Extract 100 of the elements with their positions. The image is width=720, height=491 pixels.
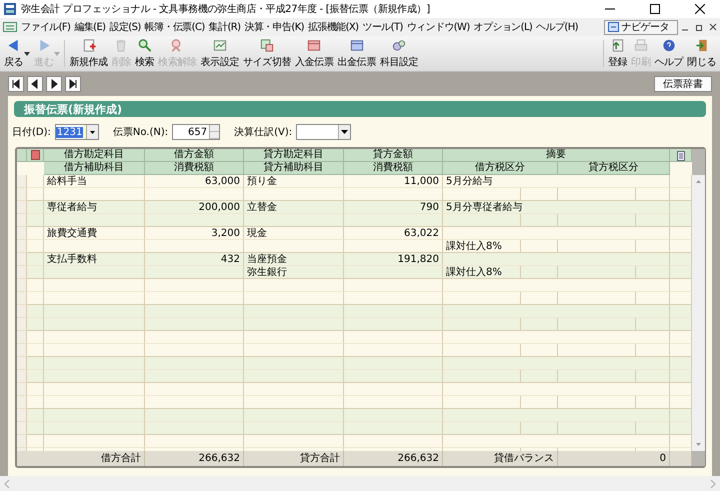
slip-number-field[interactable]: 657 <box>172 124 220 140</box>
mdi-close-icon[interactable] <box>709 23 717 31</box>
toolbar-button[interactable]: サイズ切替 <box>241 36 294 71</box>
menu-item[interactable]: 編集(E) <box>72 20 108 34</box>
table-cell <box>636 188 670 201</box>
menu-item[interactable]: ウィンドウ(W) <box>404 20 472 34</box>
table-cell <box>27 357 44 370</box>
table-cell <box>670 175 692 188</box>
table-cell: 弥生銀行 <box>244 266 344 279</box>
table-cell <box>670 292 692 305</box>
menu-item[interactable]: 帳簿・伝票(C) <box>142 20 207 34</box>
menu-item[interactable]: 決算・申告(K) <box>242 20 306 34</box>
table-cell <box>27 292 44 305</box>
table-cell <box>670 227 692 240</box>
column-header: 摘要 <box>443 149 670 162</box>
toolbar-button[interactable]: 登録 <box>606 36 630 71</box>
table-cell <box>636 422 670 435</box>
table-cell <box>670 396 692 409</box>
total-value: 0 <box>558 451 670 466</box>
table-cell <box>27 383 44 396</box>
toolbar-button[interactable]: 入金伝票 <box>293 36 336 71</box>
close-icon[interactable] <box>695 4 705 14</box>
last-record-button[interactable] <box>65 76 81 92</box>
table-cell: 現金 <box>244 227 344 240</box>
toolbar-button[interactable]: ヘルプ <box>652 36 686 71</box>
table-cell <box>27 253 44 266</box>
column-header: 消費税額 <box>145 162 244 175</box>
total-label: 貸借バランス <box>443 451 558 466</box>
total-label: 借方合計 <box>17 451 145 466</box>
slip-number-label: 伝票No.(N): <box>112 126 168 139</box>
table-cell <box>636 214 670 227</box>
menu-item[interactable]: ツール(T) <box>360 20 405 34</box>
toolbar-button[interactable]: 戻る <box>2 36 26 71</box>
chart-window-icon <box>212 38 228 53</box>
slip-dictionary-button[interactable]: 伝票辞書 <box>654 76 712 92</box>
toolbar-button[interactable]: 出金伝票 <box>335 36 378 71</box>
column-header: 貸方税区分 <box>558 162 670 175</box>
column-header: 借方金額 <box>145 149 244 162</box>
date-label: 日付(D): <box>12 126 51 139</box>
closing-entry-label: 決算仕訳(V): <box>234 126 292 139</box>
panel-title: 振替伝票(新規作成) <box>14 101 706 117</box>
toolbar-button[interactable]: 閉じる <box>685 36 718 71</box>
keyboard-icon <box>3 22 17 32</box>
maximize-icon[interactable] <box>650 4 660 14</box>
total-label: 貸方合計 <box>244 451 344 466</box>
table-cell <box>670 188 692 201</box>
table-cell <box>636 266 670 279</box>
memo-icon[interactable] <box>676 151 684 161</box>
next-record-button[interactable] <box>46 76 62 92</box>
column-header: 貸方金額 <box>344 149 443 162</box>
table-cell <box>670 318 692 331</box>
table-cell <box>670 253 692 266</box>
menu-item[interactable]: ヘルプ(H) <box>534 20 580 34</box>
toolbar-button[interactable]: 検索 <box>133 36 156 71</box>
mdi-restore-icon[interactable] <box>695 23 703 31</box>
menu-item[interactable]: 拡張機能(X) <box>306 20 360 34</box>
table-cell <box>670 240 692 253</box>
table-cell <box>521 292 558 305</box>
resize-icon <box>259 38 276 53</box>
navigator-button[interactable]: ナビゲータ <box>604 20 678 34</box>
table-cell <box>27 305 44 318</box>
table-cell <box>27 279 44 292</box>
spin-down-button[interactable] <box>210 132 220 139</box>
dropdown-arrow-icon[interactable] <box>341 130 348 134</box>
table-cell: 課対仕入8% <box>443 266 521 279</box>
table-cell <box>636 240 670 253</box>
table-cell <box>27 266 44 279</box>
slip-icon[interactable] <box>30 150 40 160</box>
table-cell: 支払手数料 <box>44 253 145 266</box>
first-record-button[interactable] <box>8 76 24 92</box>
column-header: 借方税区分 <box>443 162 558 175</box>
toolbar-button[interactable]: 新規作成 <box>67 36 110 71</box>
toolbar-button[interactable]: 科目設定 <box>378 36 420 71</box>
menu-item[interactable]: ファイル(F) <box>19 20 72 34</box>
caret-icon[interactable] <box>24 52 30 56</box>
menu-item[interactable]: 設定(S) <box>107 20 143 34</box>
date-field[interactable]: 1231 <box>54 124 99 140</box>
table-cell <box>27 370 44 383</box>
spin-up-button[interactable] <box>210 125 220 132</box>
table-cell <box>27 318 44 331</box>
gear-icon <box>391 38 408 53</box>
menu-item[interactable]: オプション(L) <box>472 20 534 34</box>
slip-icon <box>348 38 365 53</box>
table-cell: 預り金 <box>244 175 344 188</box>
table-cell <box>27 435 44 448</box>
table-cell <box>636 344 670 357</box>
table-cell: 給料手当 <box>44 175 145 188</box>
table-cell <box>670 305 692 318</box>
table-cell <box>670 266 692 279</box>
table-cell: 432 <box>145 253 244 266</box>
table-cell: 旅費交通費 <box>44 227 145 240</box>
column-header: 貸方補助科目 <box>244 162 344 175</box>
table-cell <box>27 396 44 409</box>
menu-item[interactable]: 集計(R) <box>206 20 242 34</box>
table-cell <box>27 344 44 357</box>
toolbar-button[interactable]: 表示設定 <box>198 36 242 71</box>
table-cell: 立替金 <box>244 201 344 214</box>
table-cell <box>636 318 670 331</box>
previous-record-button[interactable] <box>27 76 43 92</box>
dropdown-arrow-icon[interactable] <box>90 130 95 134</box>
